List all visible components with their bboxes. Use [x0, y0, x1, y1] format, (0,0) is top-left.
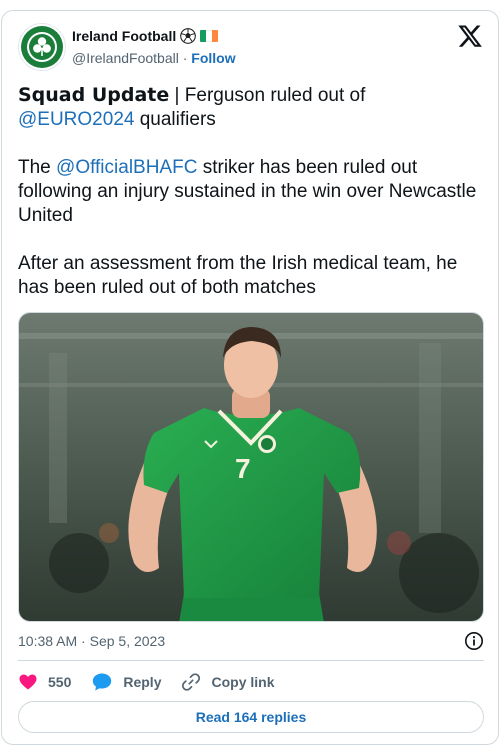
- copy-link-label: Copy link: [211, 674, 275, 690]
- tweet-time[interactable]: 10:38 AM: [18, 633, 77, 649]
- tweet-paragraph-2: The @OfficialBHAFC striker has been rule…: [18, 156, 486, 228]
- tweet-line1-end: qualifiers: [134, 109, 216, 130]
- read-replies-button[interactable]: Read 164 replies: [18, 701, 484, 733]
- heart-icon: [19, 674, 37, 690]
- tweet-card: Ireland Football @IrelandFootball · Foll…: [1, 10, 499, 745]
- tweet-text: Squad Update | Ferguson ruled out of @EU…: [18, 83, 486, 300]
- tweet-line1-rest: | Ferguson ruled out of: [169, 85, 366, 106]
- player-photo-image: 7: [19, 313, 483, 621]
- soccer-ball-icon: [180, 28, 197, 44]
- reply-label: Reply: [123, 674, 162, 690]
- tweet-date[interactable]: Sep 5, 2023: [90, 633, 166, 649]
- irish-flag-icon: [200, 30, 219, 42]
- info-icon[interactable]: [464, 631, 484, 651]
- tweet-photo[interactable]: 7: [18, 312, 484, 622]
- x-logo-icon[interactable]: [458, 25, 482, 47]
- divider: [18, 660, 484, 661]
- copy-link-button[interactable]: Copy link: [181, 672, 275, 692]
- reply-button[interactable]: Reply: [91, 672, 161, 692]
- tweet-timestamp-row: 10:38 AM · Sep 5, 2023: [18, 631, 484, 651]
- tweet-actions: 550 Reply Copy link: [18, 671, 295, 693]
- tweet-paragraph-1: Squad Update | Ferguson ruled out of @EU…: [18, 83, 486, 132]
- fai-crest-icon: [21, 26, 63, 68]
- link-icon: [182, 673, 201, 691]
- separator-dot: ·: [182, 50, 188, 66]
- mention-officialbhafc-link[interactable]: @OfficialBHAFC: [56, 157, 197, 178]
- tweet-p2-start: The: [18, 157, 57, 178]
- tweet-heading: Squad Update: [18, 84, 170, 106]
- time-separator: ·: [81, 633, 86, 649]
- tweet-author: Ireland Football @IrelandFootball · Foll…: [72, 27, 236, 68]
- tweet-paragraph-3: After an assessment from the Irish medic…: [18, 253, 458, 298]
- shirt-number: 7: [235, 453, 251, 484]
- mention-euro2024-link[interactable]: @EURO2024: [18, 109, 134, 130]
- avatar[interactable]: [18, 23, 66, 71]
- author-name[interactable]: Ireland Football: [72, 27, 176, 45]
- like-button[interactable]: 550: [18, 672, 71, 692]
- like-count: 550: [48, 674, 72, 690]
- follow-button[interactable]: Follow: [191, 50, 235, 66]
- reply-bubble-icon: [93, 673, 112, 691]
- author-handle[interactable]: @IrelandFootball: [72, 50, 179, 66]
